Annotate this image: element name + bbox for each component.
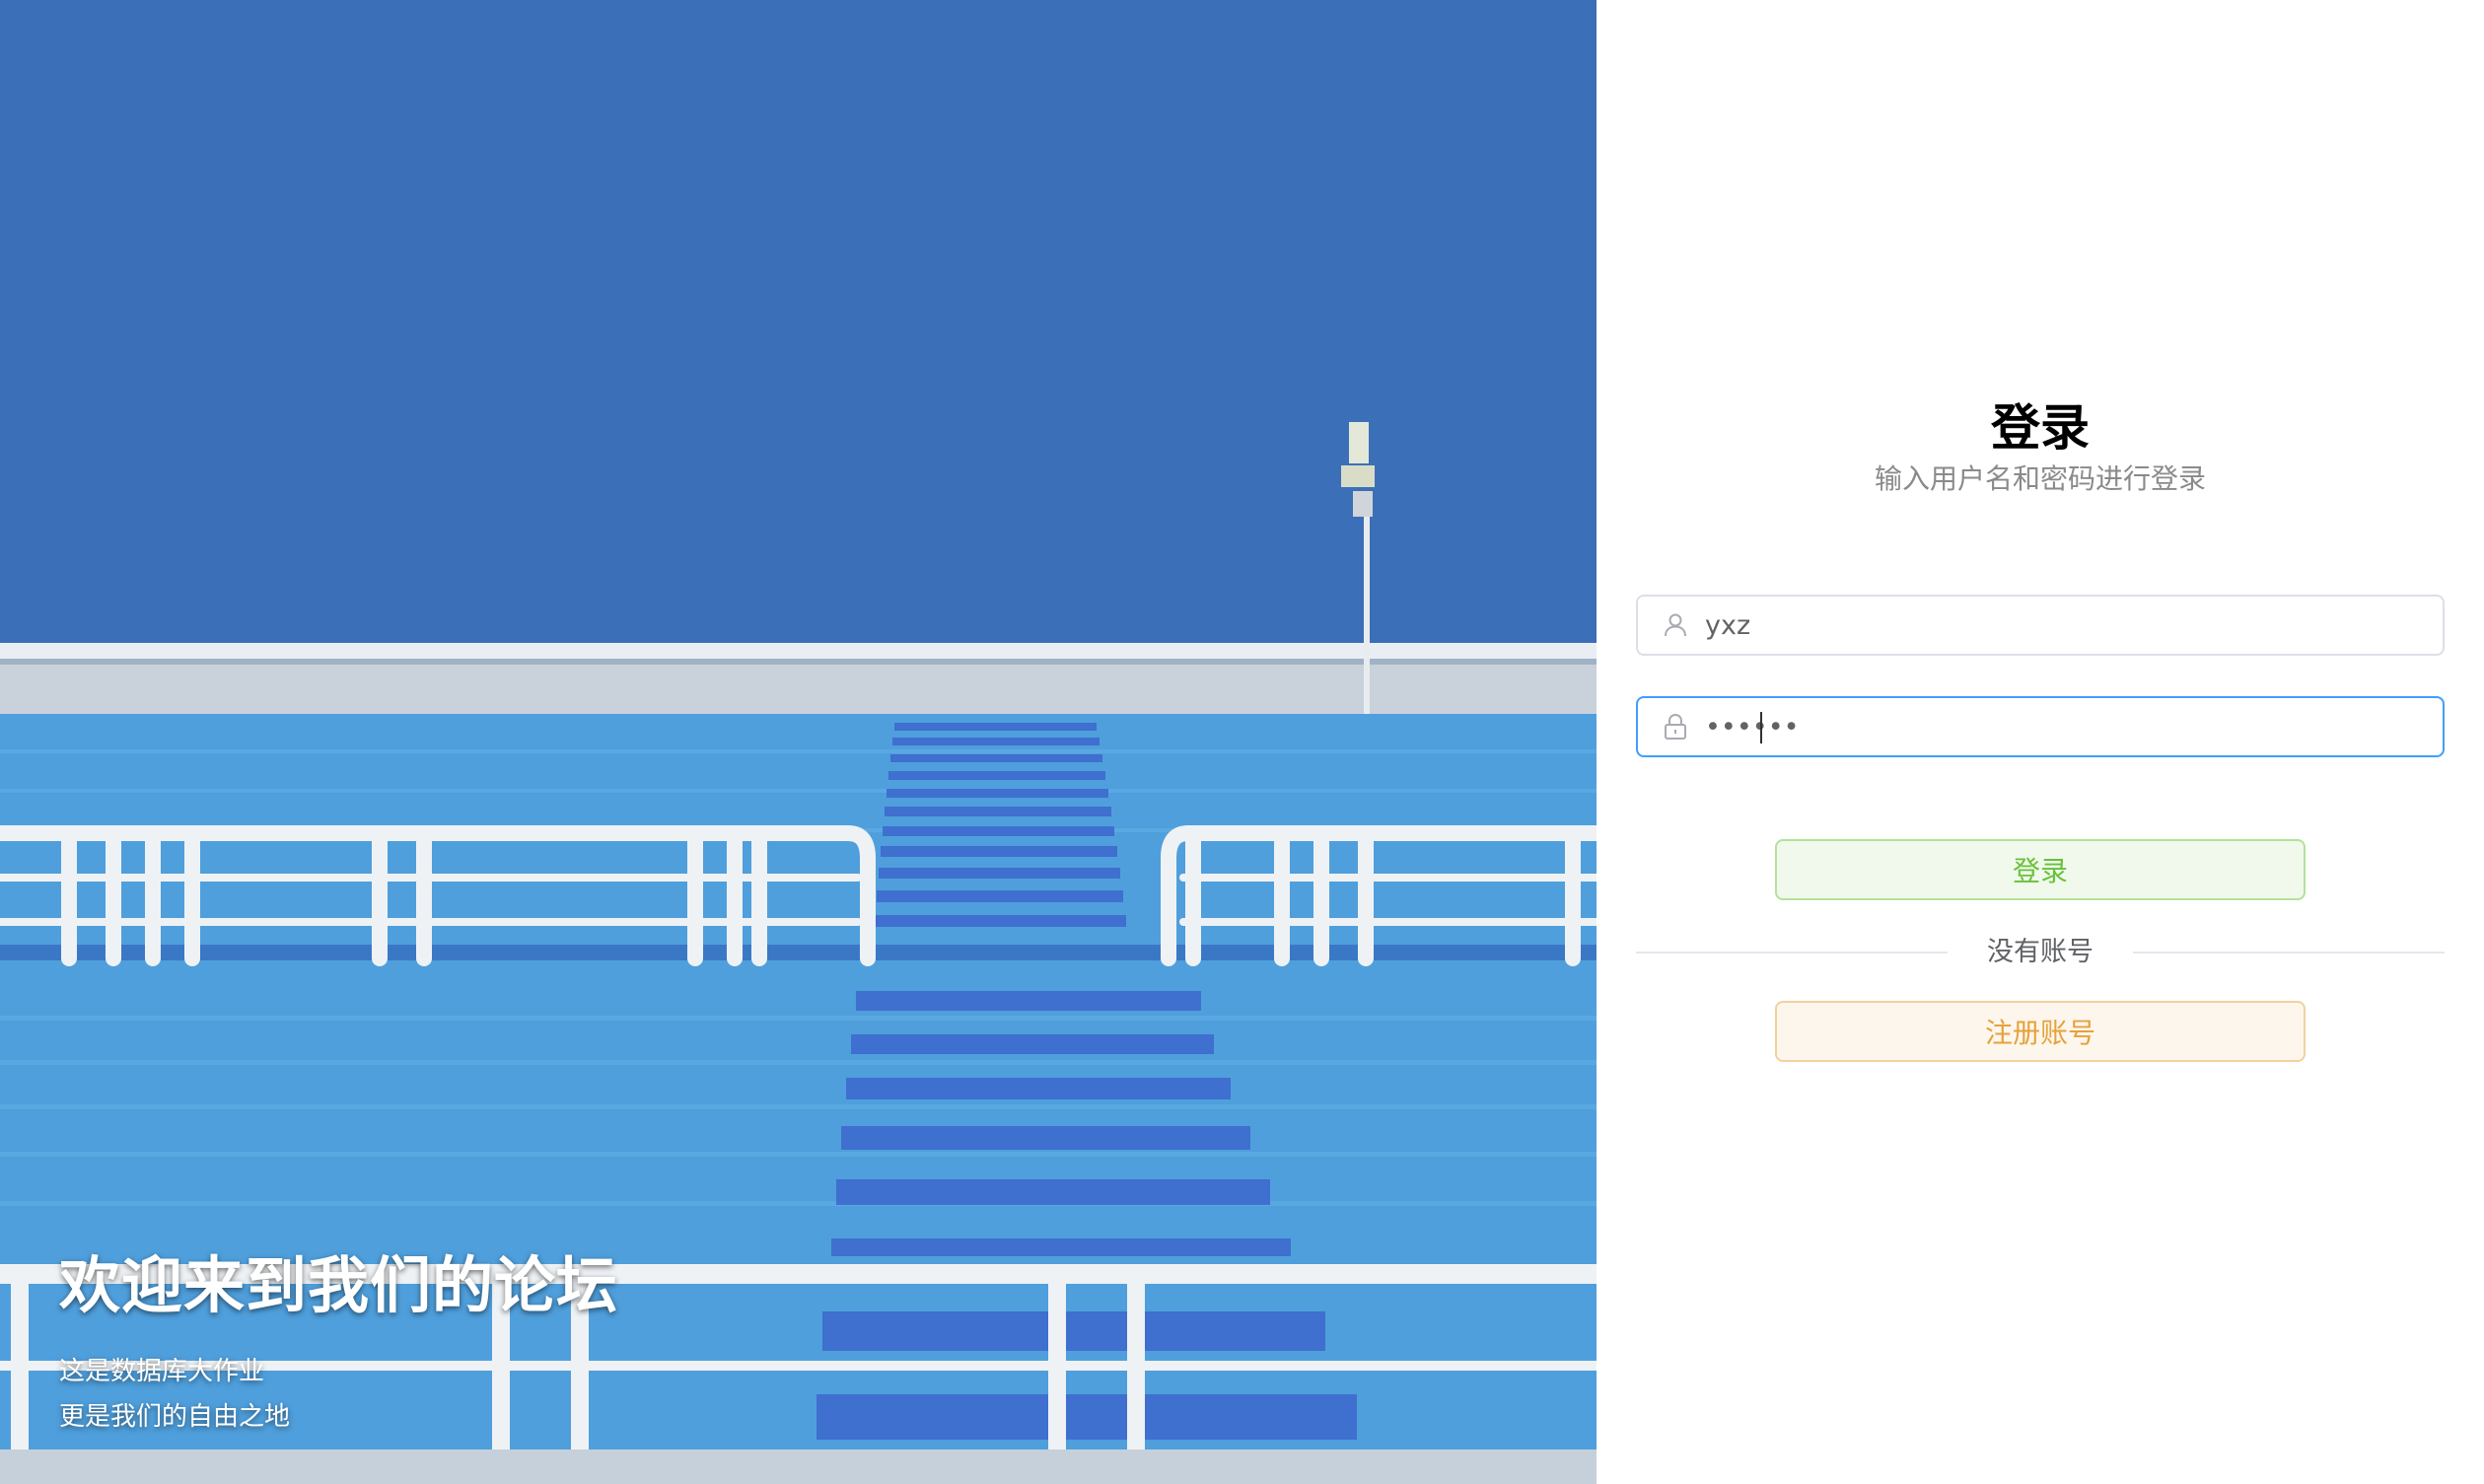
divider-rule-right — [2133, 952, 2445, 954]
divider-text: 没有账号 — [1987, 937, 2094, 967]
hero-title: 欢迎来到我们的论坛 — [59, 1249, 619, 1321]
login-subtitle: 输入用户名和密码进行登录 — [1874, 462, 2206, 495]
register-button[interactable]: 注册账号 — [1775, 1001, 2306, 1062]
hero-line-2: 更是我们的自由之地 — [59, 1402, 291, 1432]
hero-image: 欢迎来到我们的论坛 这是数据库大作业 更是我们的自由之地 — [0, 0, 1597, 1484]
text-caret — [1760, 712, 1762, 743]
password-input[interactable] — [1705, 699, 2443, 754]
login-panel: 登录 输入用户名和密码进行登录 登录 — [1597, 0, 2484, 1484]
login-button[interactable]: 登录 — [1775, 839, 2306, 900]
username-field[interactable] — [1636, 595, 2445, 656]
login-page: 欢迎来到我们的论坛 这是数据库大作业 更是我们的自由之地 登录 输入用户名和密码… — [0, 0, 2484, 1484]
hero-line-1: 这是数据库大作业 — [59, 1357, 265, 1386]
user-icon — [1660, 609, 1691, 641]
username-input[interactable] — [1705, 598, 2443, 653]
login-title: 登录 — [1991, 399, 2090, 457]
divider: 没有账号 — [1636, 935, 2445, 970]
password-field[interactable] — [1636, 696, 2445, 757]
divider-rule-left — [1636, 952, 1948, 954]
lock-icon — [1660, 711, 1691, 742]
hero-text: 欢迎来到我们的论坛 这是数据库大作业 更是我们的自由之地 — [59, 1244, 618, 1440]
